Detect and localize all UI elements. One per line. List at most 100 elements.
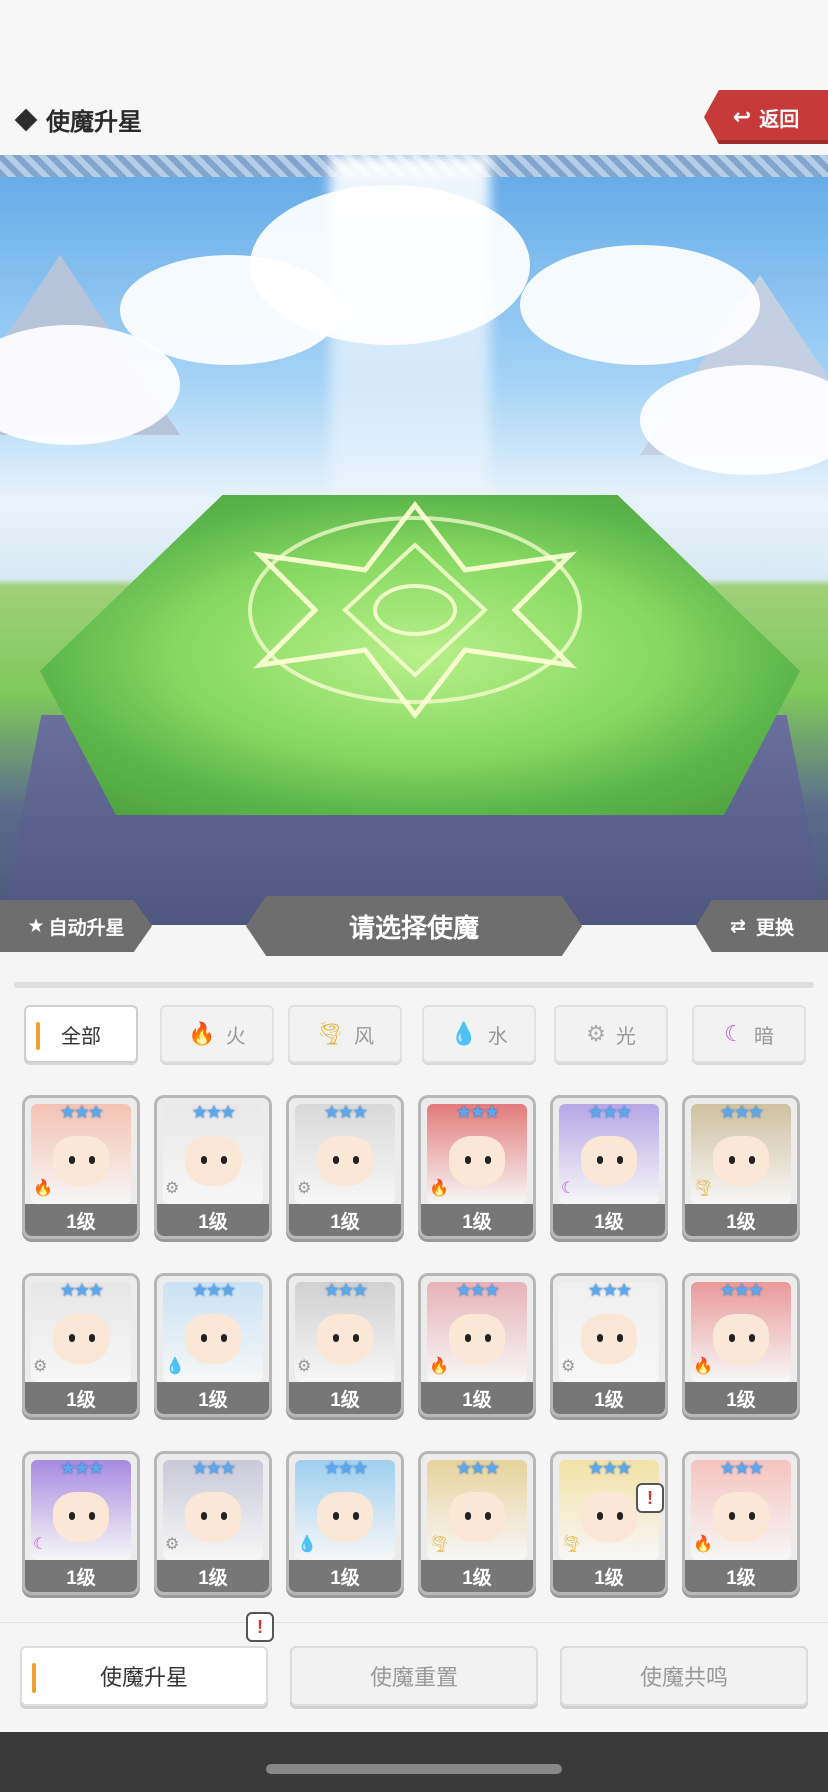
monster-eye <box>333 1156 339 1164</box>
monster-eye <box>485 1512 491 1520</box>
monster-level: 1级 <box>685 1382 797 1414</box>
water-icon: 💧 <box>450 1021 478 1046</box>
filter-tab-fire[interactable]: 🔥 火 <box>160 1005 274 1063</box>
monster-face <box>449 1136 505 1186</box>
fire-icon: 🔥 <box>693 1358 713 1375</box>
filter-label: 风 <box>353 1025 374 1048</box>
filter-label: 全部 <box>61 1025 101 1048</box>
monster-eye <box>465 1334 471 1342</box>
star-rating-icon: ★★★ <box>719 1458 764 1478</box>
star-icon: ★ <box>27 915 45 937</box>
monster-card[interactable]: ★★★ 🔥 1级 <box>418 1273 536 1417</box>
filter-tab-wind[interactable]: 🌪 风 <box>288 1005 402 1063</box>
monster-level: 1级 <box>421 1204 533 1236</box>
tab-reset[interactable]: 使魔重置 <box>290 1646 538 1706</box>
star-rating-icon: ★★★ <box>587 1458 632 1478</box>
monster-card[interactable]: ★★★ ☾ 1级 <box>22 1451 140 1595</box>
monster-face <box>53 1492 109 1542</box>
home-indicator[interactable] <box>266 1764 562 1774</box>
filter-tab-dark[interactable]: ☾ 暗 <box>692 1005 806 1063</box>
swap-label: 更换 <box>755 917 794 939</box>
tab-label: 使魔升星 <box>99 1665 188 1690</box>
star-rating-icon: ★★★ <box>587 1280 632 1300</box>
monster-face <box>53 1314 109 1364</box>
monster-eye <box>89 1334 95 1342</box>
tab-star-upgrade[interactable]: 使魔升星 <box>20 1646 268 1706</box>
back-button[interactable]: ↩ 返回 <box>704 90 828 144</box>
monster-card[interactable]: ★★★ ☾ 1级 <box>550 1095 668 1239</box>
monster-eye <box>597 1156 603 1164</box>
alert-badge: ! <box>636 1483 664 1513</box>
filter-tab-light[interactable]: ⚙ 光 <box>554 1005 668 1063</box>
water-icon: 💧 <box>297 1536 317 1553</box>
star-rating-icon: ★★★ <box>59 1102 104 1122</box>
monster-level: 1级 <box>289 1204 401 1236</box>
water-icon: 💧 <box>165 1358 185 1375</box>
monster-level: 1级 <box>553 1204 665 1236</box>
monster-card[interactable]: ★★★ ⚙ 1级 <box>286 1095 404 1239</box>
monster-card[interactable]: ★★★ 🌪 1级 <box>418 1451 536 1595</box>
monster-face <box>713 1136 769 1186</box>
monster-face <box>449 1492 505 1542</box>
monster-eye <box>89 1512 95 1520</box>
filter-tab-all[interactable]: 全部 <box>24 1005 138 1063</box>
alert-icon: ! <box>257 1616 263 1637</box>
tab-resonance[interactable]: 使魔共鸣 <box>560 1646 808 1706</box>
filter-tab-water[interactable]: 💧 水 <box>422 1005 536 1063</box>
monster-card[interactable]: ★★★ 🌪 1级 <box>550 1451 668 1595</box>
monster-card[interactable]: ★★★ ⚙ 1级 <box>286 1273 404 1417</box>
star-rating-icon: ★★★ <box>455 1102 500 1122</box>
divider <box>14 982 814 988</box>
monster-face <box>317 1314 373 1364</box>
monster-eye <box>465 1512 471 1520</box>
monster-card[interactable]: ★★★ ⚙ 1级 <box>154 1095 272 1239</box>
monster-eye <box>69 1334 75 1342</box>
summoning-scene <box>0 155 828 925</box>
swap-button[interactable]: ⇄ 更换 <box>696 900 828 952</box>
monster-card[interactable]: ★★★ 💧 1级 <box>286 1451 404 1595</box>
diamond-icon <box>14 108 38 131</box>
monster-eye <box>617 1512 623 1520</box>
monster-eye <box>333 1334 339 1342</box>
star-rating-icon: ★★★ <box>191 1102 236 1122</box>
monster-level: 1级 <box>25 1382 137 1414</box>
select-monster-banner: 请选择使魔 <box>246 896 582 956</box>
monster-eye <box>353 1512 359 1520</box>
cloud <box>520 245 760 365</box>
monster-eye <box>749 1156 755 1164</box>
monster-card[interactable]: ★★★ ⚙ 1级 <box>154 1451 272 1595</box>
monster-face <box>185 1136 241 1186</box>
monster-card[interactable]: ★★★ 🔥 1级 <box>22 1095 140 1239</box>
filter-label: 暗 <box>753 1025 774 1048</box>
star-rating-icon: ★★★ <box>719 1280 764 1300</box>
monster-card[interactable]: ★★★ ⚙ 1级 <box>550 1273 668 1417</box>
select-monster-text: 请选择使魔 <box>348 912 479 943</box>
fire-icon: 🔥 <box>429 1358 449 1375</box>
monster-eye <box>729 1156 735 1164</box>
monster-eye <box>597 1512 603 1520</box>
monster-eye <box>69 1512 75 1520</box>
monster-level: 1级 <box>421 1560 533 1592</box>
monster-face <box>317 1492 373 1542</box>
filter-label: 水 <box>487 1025 508 1048</box>
monster-eye <box>89 1156 95 1164</box>
fire-icon: 🔥 <box>188 1021 216 1046</box>
star-rating-icon: ★★★ <box>323 1102 368 1122</box>
fire-icon: 🔥 <box>33 1180 53 1197</box>
filter-label: 光 <box>615 1025 636 1048</box>
tab-label: 使魔重置 <box>369 1665 458 1690</box>
monster-eye <box>333 1512 339 1520</box>
light-icon: ⚙ <box>165 1536 180 1553</box>
light-icon: ⚙ <box>586 1021 606 1046</box>
monster-card[interactable]: ★★★ 🔥 1级 <box>682 1451 800 1595</box>
monster-card[interactable]: ★★★ ⚙ 1级 <box>22 1273 140 1417</box>
auto-upgrade-button[interactable]: ★ 自动升星 <box>0 900 152 952</box>
star-rating-icon: ★★★ <box>323 1458 368 1478</box>
monster-face <box>185 1314 241 1364</box>
monster-level: 1级 <box>157 1382 269 1414</box>
monster-card[interactable]: ★★★ 💧 1级 <box>154 1273 272 1417</box>
monster-level: 1级 <box>685 1560 797 1592</box>
monster-card[interactable]: ★★★ 🔥 1级 <box>682 1273 800 1417</box>
monster-card[interactable]: ★★★ 🌪 1级 <box>682 1095 800 1239</box>
monster-card[interactable]: ★★★ 🔥 1级 <box>418 1095 536 1239</box>
